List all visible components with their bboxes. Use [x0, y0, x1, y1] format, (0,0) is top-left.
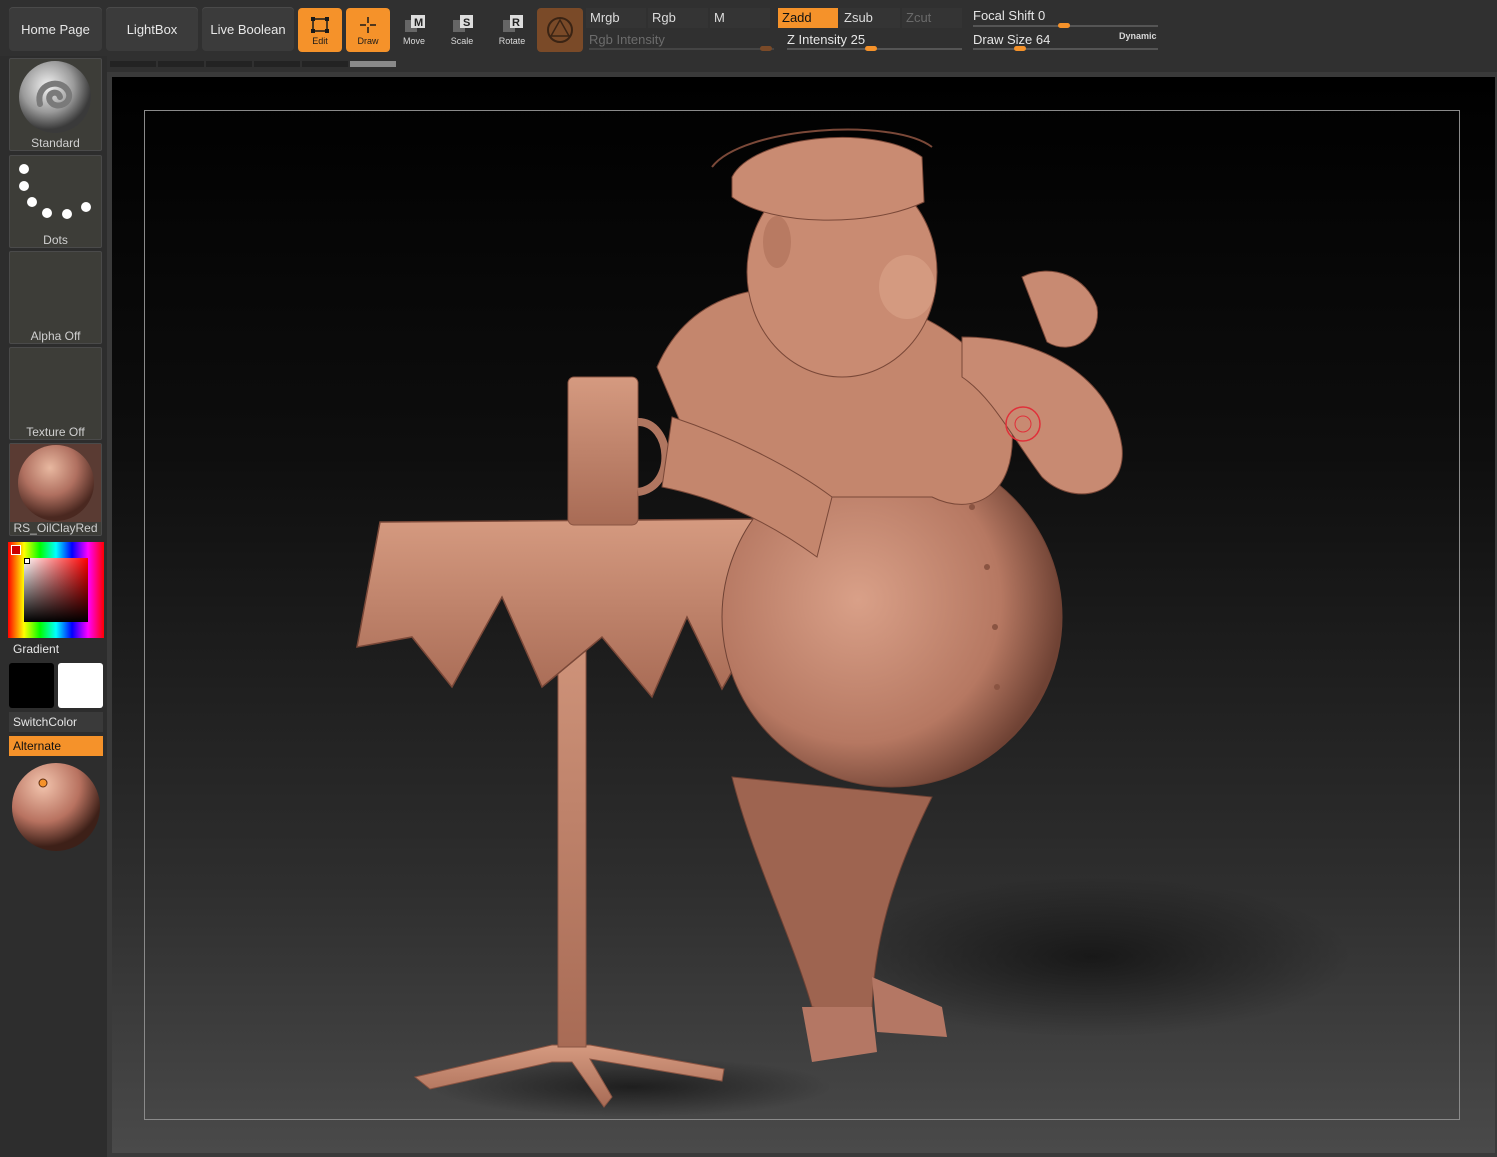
undo-history-segment[interactable] — [206, 61, 252, 67]
draw-label: Draw — [357, 36, 379, 46]
z-intensity-knob[interactable] — [865, 46, 877, 51]
draw-size-name: Draw Size — [973, 32, 1033, 47]
edit-label: Edit — [312, 36, 328, 46]
undo-history-segment[interactable] — [110, 61, 156, 67]
scale-button[interactable]: S Scale — [440, 8, 484, 52]
move-icon: M — [405, 15, 425, 32]
rotate-label: Rotate — [498, 36, 526, 46]
m-button[interactable]: M — [710, 8, 770, 28]
focal-shift-label: Focal Shift 0 — [973, 8, 1045, 24]
undo-history-segment[interactable] — [158, 61, 204, 67]
z-intensity-name: Z Intensity — [787, 32, 847, 47]
color-picker-sv-square[interactable] — [24, 558, 88, 622]
gradient-label[interactable]: Gradient — [13, 642, 59, 656]
svg-text:R: R — [512, 17, 520, 29]
undo-history-current[interactable] — [350, 61, 396, 67]
draw-icon — [360, 17, 376, 33]
live-boolean-button[interactable]: Live Boolean — [202, 7, 294, 51]
light-sphere-icon[interactable] — [11, 762, 101, 852]
scale-label: Scale — [450, 36, 474, 46]
focal-shift-knob[interactable] — [1058, 23, 1070, 28]
zcut-button[interactable]: Zcut — [902, 8, 962, 28]
zsub-button[interactable]: Zsub — [840, 8, 900, 28]
scale-icon: S — [453, 15, 473, 32]
svg-text:M: M — [414, 17, 423, 29]
brush-tile[interactable]: Standard — [9, 58, 102, 151]
rgb-intensity-knob[interactable] — [760, 46, 772, 51]
alpha-label: Alpha Off — [30, 329, 81, 343]
z-intensity-label: Z Intensity 25 — [787, 32, 865, 48]
standard-brush-icon — [19, 61, 91, 133]
stroke-tile[interactable]: Dots — [9, 155, 102, 248]
edit-button[interactable]: Edit — [298, 8, 342, 52]
dots-stroke-icon — [19, 164, 91, 219]
rgb-intensity-label: Rgb Intensity — [589, 32, 665, 47]
left-shelf: Standard Dots Alpha Off Texture Off RS_O… — [0, 56, 107, 1157]
undo-history-segment[interactable] — [254, 61, 300, 67]
color-marker[interactable] — [24, 558, 30, 564]
alpha-tile[interactable]: Alpha Off — [9, 251, 102, 344]
z-intensity-value: 25 — [850, 32, 866, 47]
draw-size-value: 64 — [1035, 32, 1051, 47]
dynamic-toggle[interactable]: Dynamic — [1119, 31, 1157, 41]
rgb-intensity-slider[interactable] — [589, 48, 774, 50]
stroke-label: Dots — [43, 233, 68, 247]
document-frame — [144, 110, 1460, 1120]
material-label: RS_OilClayRed — [13, 521, 98, 535]
hue-marker[interactable] — [11, 545, 21, 555]
material-button[interactable] — [537, 8, 583, 52]
rotate-icon: R — [503, 15, 523, 32]
focal-shift-value: 0 — [1038, 8, 1046, 23]
rgb-button[interactable]: Rgb — [648, 8, 708, 28]
material-tile[interactable]: RS_OilClayRed — [9, 443, 102, 536]
alternate-button[interactable]: Alternate — [9, 736, 103, 756]
mrgb-button[interactable]: Mrgb — [586, 8, 646, 28]
brush-label: Standard — [31, 136, 80, 150]
material-icon — [547, 17, 573, 43]
color-picker-hue-ring[interactable] — [8, 542, 104, 638]
texture-tile[interactable]: Texture Off — [9, 347, 102, 440]
move-label: Move — [402, 36, 425, 46]
switch-color-button[interactable]: SwitchColor — [9, 712, 103, 732]
move-button[interactable]: M Move — [392, 8, 436, 52]
zadd-button[interactable]: Zadd — [778, 8, 838, 28]
texture-label: Texture Off — [26, 425, 85, 439]
focal-shift-name: Focal Shift — [973, 8, 1035, 23]
draw-size-slider[interactable] — [973, 48, 1158, 50]
draw-button[interactable]: Draw — [346, 8, 390, 52]
draw-size-label: Draw Size 64 — [973, 32, 1050, 48]
edit-icon — [311, 17, 329, 33]
rotate-button[interactable]: R Rotate — [490, 8, 534, 52]
svg-text:S: S — [463, 17, 470, 29]
home-page-button[interactable]: Home Page — [9, 7, 102, 51]
undo-history-segment[interactable] — [302, 61, 348, 67]
secondary-color-swatch[interactable] — [58, 663, 103, 708]
draw-size-knob[interactable] — [1014, 46, 1026, 51]
lightbox-button[interactable]: LightBox — [106, 7, 198, 51]
top-toolbar: Home Page LightBox Live Boolean Edit Dra… — [0, 0, 1497, 72]
material-sphere-icon — [10, 444, 101, 522]
primary-color-swatch[interactable] — [9, 663, 54, 708]
